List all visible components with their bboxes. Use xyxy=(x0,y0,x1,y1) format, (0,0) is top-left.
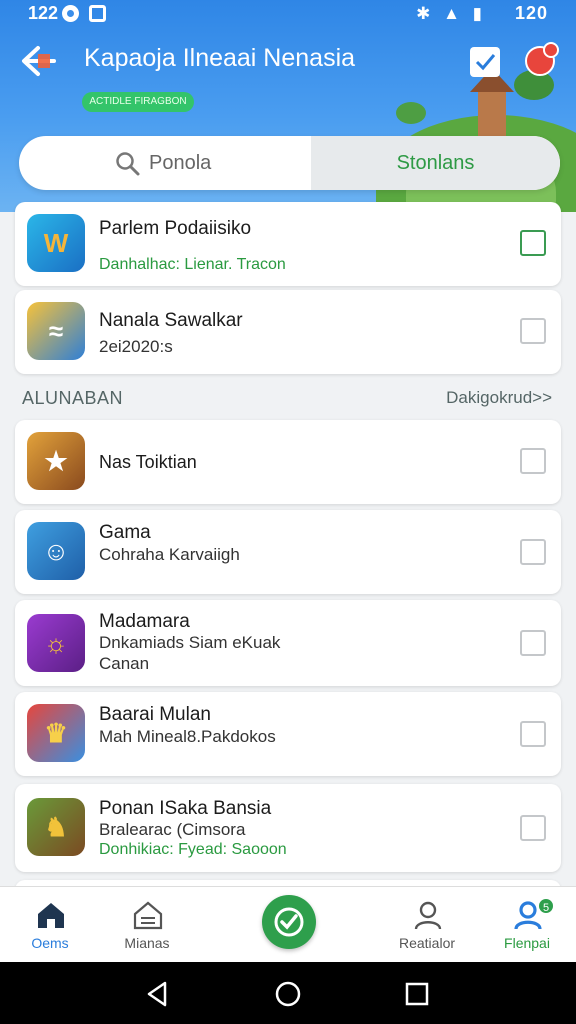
back-icon[interactable] xyxy=(143,979,173,1009)
nav-home[interactable]: Oems xyxy=(5,887,95,963)
item-checkbox[interactable] xyxy=(520,318,546,344)
nav-tab4[interactable]: Reatialor xyxy=(382,887,472,963)
item-title: Parlem Podaiisiko xyxy=(99,218,252,239)
item-subtitle: Danhalhac: Lienar. Tracon xyxy=(99,256,286,273)
search-icon xyxy=(116,152,140,176)
app-icon: ★ xyxy=(27,432,85,490)
confirm-fab-button[interactable] xyxy=(262,895,316,949)
page-title: Kapaoja Ilneaai Nenasia xyxy=(84,44,356,72)
signal-icons: ✱ ▲ ▮ xyxy=(416,4,486,23)
item-title: Nas Toiktian xyxy=(99,452,197,472)
item-checkbox[interactable] xyxy=(520,630,546,656)
recents-icon[interactable] xyxy=(402,979,432,1009)
home-icon xyxy=(38,903,64,928)
status-bar: 122 ✱ ▲ ▮ 120 xyxy=(0,0,576,28)
list-item[interactable]: W Parlem Podaiisiko Danhalhac: Lienar. T… xyxy=(15,202,561,286)
app-icon: ≈ xyxy=(27,302,85,360)
item-subtitle: Mah Mineal8.Pakdokos xyxy=(99,727,276,746)
app-icon: ♛ xyxy=(27,704,85,762)
item-subtitle: Dnkamiads Siam eKuak xyxy=(99,633,281,652)
tab-search-label: Ponola xyxy=(149,152,212,174)
app-icon: ♞ xyxy=(27,798,85,856)
item-checkbox[interactable] xyxy=(520,230,546,256)
nav-home-label: Oems xyxy=(31,935,69,951)
list-item[interactable]: ♞ Ponan ISaka Bansia Bralearac (Cimsora … xyxy=(15,784,561,872)
item-title: Gama xyxy=(99,522,151,543)
app-icon: W xyxy=(27,214,85,272)
list-item[interactable]: ★ Nas Toiktian xyxy=(15,420,561,504)
app-icon: ☺ xyxy=(27,522,85,580)
nav-tab2-label: Mianas xyxy=(124,935,170,951)
segmented-control: Ponola Stonlans xyxy=(19,136,560,190)
item-title: Ponan ISaka Bansia xyxy=(99,798,272,819)
notification-square-icon xyxy=(89,5,106,22)
item-subtitle: 2ei2020:s xyxy=(99,337,173,356)
nav-tab5[interactable]: Flenpai xyxy=(482,887,572,963)
item-subtitle-2: Canan xyxy=(99,654,150,673)
app-icon: ☼ xyxy=(27,614,85,672)
back-arrow-icon[interactable] xyxy=(20,44,60,78)
checkmark-icon xyxy=(274,907,304,937)
list-item[interactable]: ☼ Madamara Dnkamiads Siam eKuak Canan xyxy=(15,600,561,686)
item-subtitle: Cohraha Karvaiigh xyxy=(99,545,240,564)
item-title: Baarai Mulan xyxy=(99,704,211,725)
section-title: ALUNABAN xyxy=(22,388,124,408)
notification-dot-icon xyxy=(62,5,79,22)
item-checkbox[interactable] xyxy=(520,448,546,474)
section-link[interactable]: Dakigokrud>> xyxy=(446,388,552,408)
tab-search[interactable]: Ponola xyxy=(19,136,311,190)
notification-badge: 5 xyxy=(537,897,555,915)
nav-tab2[interactable]: Mianas xyxy=(102,887,192,963)
app-list: W Parlem Podaiisiko Danhalhac: Lienar. T… xyxy=(0,200,576,886)
item-title: Madamara xyxy=(99,611,190,632)
item-subtitle: Bralearac (Cimsora xyxy=(99,820,246,839)
tab-selected[interactable]: Stonlans xyxy=(311,136,560,190)
item-checkbox[interactable] xyxy=(520,815,546,841)
profile-avatar-icon[interactable] xyxy=(525,42,559,76)
status-time: 122 xyxy=(28,3,59,23)
app-header: 122 ✱ ▲ ▮ 120 Kapaoja Ilneaai Nenasia AC… xyxy=(0,0,576,212)
nav-tab4-label: Reatialor xyxy=(398,935,456,951)
nav-tab5-label: Flenpai xyxy=(504,935,550,951)
check-icon[interactable] xyxy=(470,47,500,77)
home-circle-icon[interactable] xyxy=(273,979,303,1009)
status-chip: ACTIDLE FIRAGBON xyxy=(82,92,194,112)
user-icon xyxy=(414,901,442,930)
item-checkbox[interactable] xyxy=(520,721,546,747)
list-item[interactable]: ☺ Gama Cohraha Karvaiigh xyxy=(15,510,561,594)
status-time-right: 120 xyxy=(514,3,548,23)
store-icon xyxy=(133,901,163,930)
list-item[interactable]: ≈ Nanala Sawalkar 2ei2020:s xyxy=(15,290,561,374)
system-nav-bar xyxy=(0,962,576,1024)
item-checkbox[interactable] xyxy=(520,539,546,565)
list-item[interactable]: ♛ Baarai Mulan Mah Mineal8.Pakdokos xyxy=(15,692,561,776)
item-title: Nanala Sawalkar xyxy=(99,310,243,331)
bottom-nav: Oems Mianas Reatialor Flenpai xyxy=(0,886,576,962)
item-subtitle-2: Donhikiac: Fyead: Saooon xyxy=(99,841,287,858)
